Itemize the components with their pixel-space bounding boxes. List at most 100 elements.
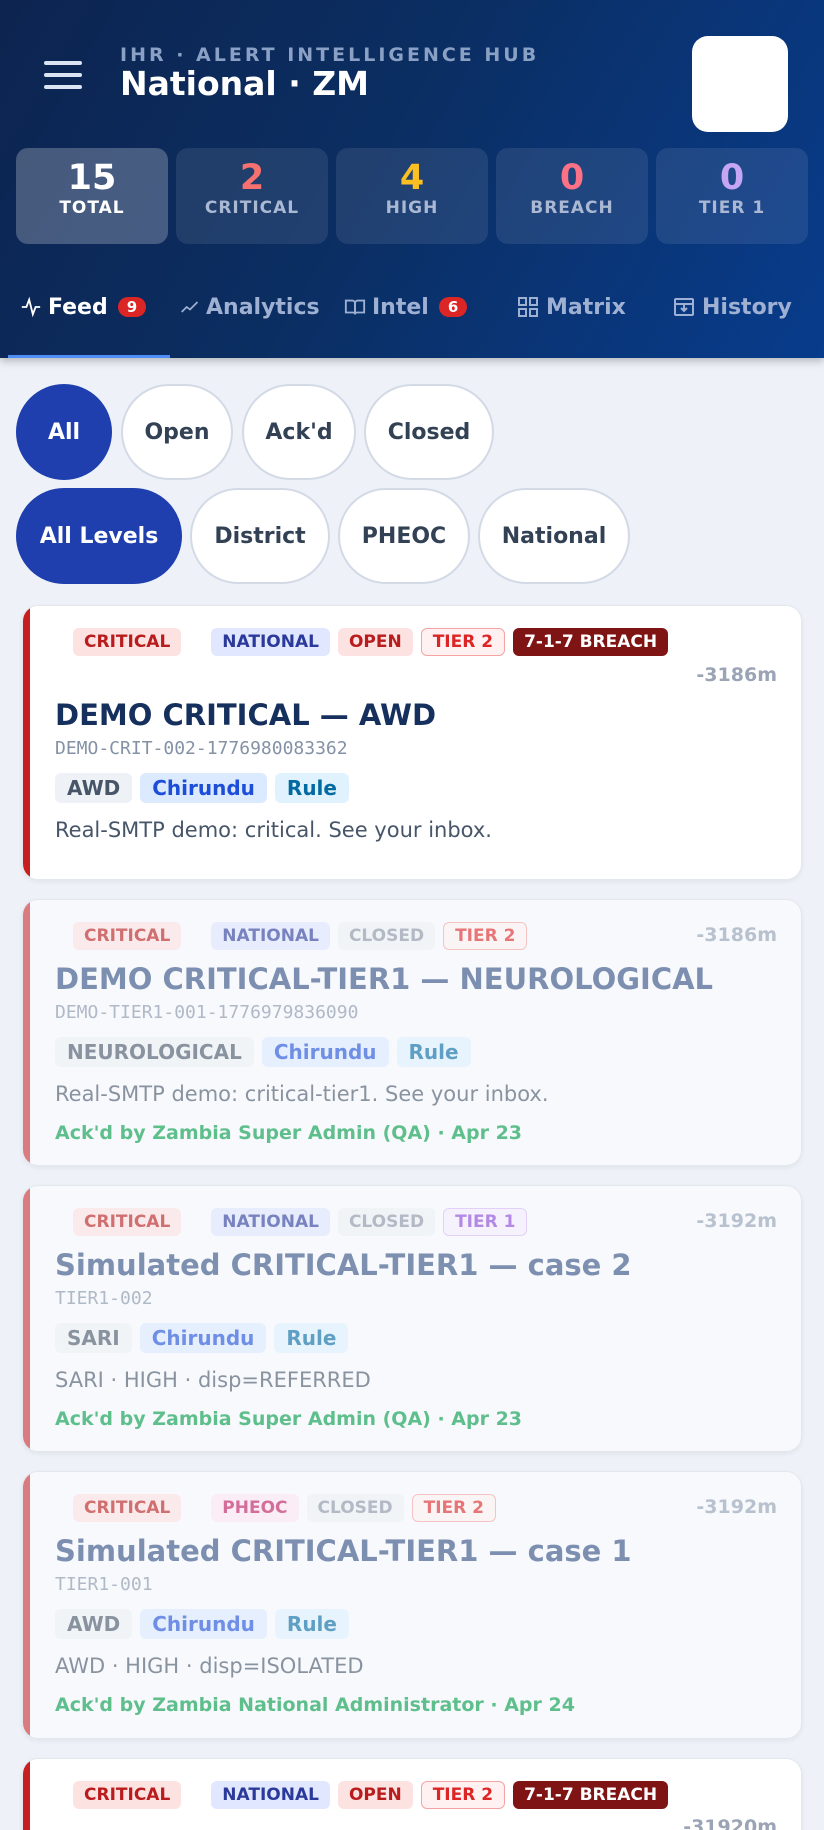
alert-title: DEMO CRITICAL-TIER1 — NEUROLOGICAL (55, 962, 714, 996)
alert-id: TIER1-002 (55, 1288, 153, 1309)
alert-time: -3186m (696, 924, 777, 946)
district-chip: Chirundu (139, 1323, 267, 1353)
stat-breach-value: 0 (559, 158, 585, 198)
district-chip: Chirundu (140, 773, 267, 803)
stat-high-value: 4 (399, 158, 425, 198)
level-badge: NATIONAL (211, 1208, 330, 1236)
stat-tier1[interactable]: 0 TIER 1 (656, 148, 808, 244)
tag-row: CRITICAL NATIONAL CLOSED TIER 2 (73, 922, 535, 950)
severity-badge: CRITICAL (73, 1494, 182, 1522)
tier-badge: TIER 2 (420, 628, 506, 656)
alert-time: -3192m (696, 1496, 777, 1518)
alert-time: -31920m (683, 1816, 777, 1830)
alert-chips: NEUROLOGICAL Chirundu Rule (55, 1037, 479, 1067)
alert-title: Simulated CRITICAL-TIER1 — case 1 (55, 1534, 632, 1568)
alert-title: DEMO CRITICAL — AWD (55, 698, 437, 732)
activity-icon (20, 296, 42, 318)
filter-closed[interactable]: Closed (364, 384, 494, 480)
stat-total-label: TOTAL (59, 198, 125, 218)
tag-row: CRITICAL NATIONAL OPEN TIER 2 7-1-7 BREA… (73, 628, 676, 656)
severity-badge: CRITICAL (73, 1208, 182, 1236)
filter-district[interactable]: District (190, 488, 330, 584)
disease-chip: NEUROLOGICAL (55, 1037, 254, 1067)
stat-critical[interactable]: 2 CRITICAL (176, 148, 328, 244)
alert-card[interactable]: CRITICAL NATIONAL CLOSED TIER 2 -3186m D… (22, 899, 802, 1166)
page-title: National · ZM (120, 64, 369, 103)
alert-time: -3186m (696, 664, 777, 686)
filter-all-levels[interactable]: All Levels (16, 488, 182, 584)
tab-feed[interactable]: Feed 9 (20, 282, 147, 332)
tab-history[interactable]: History (672, 282, 792, 332)
filter-national[interactable]: National (478, 488, 630, 584)
alert-chips: AWD Chirundu Rule (55, 773, 357, 803)
alert-time: -3192m (696, 1210, 777, 1232)
status-badge: CLOSED (306, 1494, 404, 1522)
stat-critical-value: 2 (239, 158, 265, 198)
source-chip: Rule (396, 1037, 471, 1067)
filter-open[interactable]: Open (121, 384, 233, 480)
alert-card[interactable]: CRITICAL PHEOC CLOSED TIER 2 -3192m Simu… (22, 1471, 802, 1739)
alert-title: Simulated CRITICAL-TIER1 — case 2 (55, 1248, 632, 1282)
alert-description: Real-SMTP demo: critical-tier1. See your… (55, 1082, 549, 1106)
tab-analytics-label: Analytics (206, 294, 320, 320)
alert-id: DEMO-TIER1-001-1776979836090 (55, 1002, 359, 1023)
tag-row: CRITICAL PHEOC CLOSED TIER 2 (73, 1494, 504, 1522)
app-header: IHR · ALERT INTELLIGENCE HUB National · … (0, 0, 824, 358)
alert-id: TIER1-001 (55, 1574, 153, 1595)
alert-description: SARI · HIGH · disp=REFERRED (55, 1368, 371, 1392)
tab-intel-label: Intel (372, 294, 429, 320)
stat-breach[interactable]: 0 BREACH (496, 148, 648, 244)
tab-bar: Feed 9 Analytics Intel 6 Matrix History (0, 282, 824, 358)
tab-analytics[interactable]: Analytics (180, 282, 320, 332)
level-badge: NATIONAL (211, 922, 330, 950)
alert-card[interactable]: CRITICAL NATIONAL OPEN TIER 2 7-1-7 BREA… (22, 1758, 802, 1830)
stat-tier1-label: TIER 1 (698, 198, 766, 218)
tab-matrix[interactable]: Matrix (516, 282, 626, 332)
status-badge: CLOSED (337, 1208, 436, 1236)
archive-icon (672, 295, 696, 319)
level-badge: NATIONAL (211, 628, 330, 656)
stats-bar: 15 TOTAL 2 CRITICAL 4 HIGH 0 BREACH 0 TI… (16, 148, 808, 244)
severity-badge: CRITICAL (73, 1781, 182, 1809)
disease-chip: AWD (55, 773, 133, 803)
alert-card[interactable]: CRITICAL NATIONAL CLOSED TIER 1 -3192m S… (22, 1185, 802, 1452)
filter-pheoc[interactable]: PHEOC (338, 488, 470, 584)
tier-badge: TIER 2 (411, 1494, 497, 1522)
filter-all[interactable]: All (16, 384, 112, 480)
grid-icon (516, 295, 540, 319)
trend-icon (180, 297, 200, 317)
active-tab-indicator (8, 355, 170, 358)
level-badge: PHEOC (211, 1494, 299, 1522)
tab-feed-label: Feed (48, 294, 108, 320)
source-chip: Rule (274, 1609, 349, 1639)
tier-badge: TIER 2 (420, 1781, 506, 1809)
status-badge: CLOSED (337, 922, 436, 950)
stat-total[interactable]: 15 TOTAL (16, 148, 168, 244)
tab-matrix-label: Matrix (546, 294, 626, 320)
tab-intel[interactable]: Intel 6 (344, 282, 468, 332)
alert-chips: SARI Chirundu Rule (55, 1323, 356, 1353)
tab-feed-badge: 9 (117, 297, 147, 317)
stat-breach-label: BREACH (530, 198, 614, 218)
alert-description: AWD · HIGH · disp=ISOLATED (55, 1654, 364, 1678)
tab-intel-badge: 6 (438, 297, 468, 317)
breach-badge: 7-1-7 BREACH (513, 628, 669, 656)
app-subtitle: IHR · ALERT INTELLIGENCE HUB (120, 44, 540, 66)
disease-chip: SARI (55, 1323, 132, 1353)
hamburger-menu-icon[interactable] (44, 61, 82, 89)
filter-ackd[interactable]: Ack'd (242, 384, 356, 480)
tab-history-label: History (702, 294, 792, 320)
disease-chip: AWD (55, 1609, 133, 1639)
stat-critical-label: CRITICAL (204, 198, 300, 218)
tier-badge: TIER 1 (443, 1208, 528, 1236)
stat-high[interactable]: 4 HIGH (336, 148, 488, 244)
avatar[interactable] (692, 36, 788, 132)
alert-ack-info: Ack'd by Zambia National Administrator ·… (55, 1694, 575, 1716)
alert-card[interactable]: CRITICAL NATIONAL OPEN TIER 2 7-1-7 BREA… (22, 605, 802, 880)
source-chip: Rule (274, 1323, 349, 1353)
alert-id: DEMO-CRIT-002-1776980083362 (55, 738, 348, 759)
status-badge: OPEN (337, 628, 413, 656)
severity-badge: CRITICAL (73, 628, 182, 656)
level-badge: NATIONAL (211, 1781, 330, 1809)
tag-row: CRITICAL NATIONAL OPEN TIER 2 7-1-7 BREA… (73, 1781, 676, 1809)
